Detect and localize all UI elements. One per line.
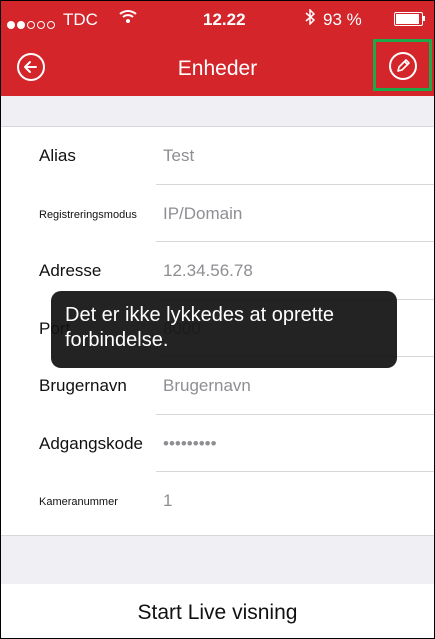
- alias-field[interactable]: Test: [163, 146, 194, 166]
- address-field[interactable]: 12.34.56.78: [163, 261, 253, 281]
- signal-dots-icon: [7, 14, 57, 34]
- start-live-view-button[interactable]: Start Live visning: [1, 584, 434, 638]
- username-field[interactable]: Brugernavn: [163, 376, 251, 396]
- section-spacer-top: [1, 96, 434, 127]
- carrier-label: TDC: [63, 10, 98, 29]
- edit-button[interactable]: [373, 39, 432, 91]
- battery-tip: [423, 16, 425, 21]
- header: TDC 12.22 93 % Enheder: [1, 1, 434, 96]
- form-row-registration-mode[interactable]: Registreringsmodus IP/Domain: [1, 185, 434, 242]
- form-row-camera-number[interactable]: Kameranummer 1: [1, 472, 434, 530]
- status-bar: TDC 12.22 93 %: [1, 1, 434, 37]
- camera-number-field[interactable]: 1: [163, 491, 172, 511]
- row-label: Kameranummer: [39, 496, 118, 508]
- wifi-icon: [119, 9, 137, 28]
- pencil-icon: [389, 52, 417, 80]
- row-label: Adgangskode: [39, 433, 143, 453]
- bluetooth-icon: [305, 8, 316, 30]
- battery-level-fill: [396, 14, 419, 24]
- battery-icon: [394, 12, 423, 26]
- error-toast: Det er ikke lykkedes at oprette forbinde…: [51, 291, 397, 368]
- app-frame: TDC 12.22 93 % Enheder Alias Test Regist…: [0, 0, 435, 639]
- registration-mode-field[interactable]: IP/Domain: [163, 204, 242, 224]
- row-label: Adresse: [39, 261, 102, 280]
- row-label: Registreringsmodus: [39, 208, 137, 221]
- password-field[interactable]: •••••••••: [163, 434, 217, 454]
- clock: 12.22: [203, 10, 246, 29]
- page-title: Enheder: [177, 57, 258, 80]
- section-spacer-bottom: [1, 535, 434, 585]
- form-row-alias[interactable]: Alias Test: [1, 127, 434, 185]
- row-label: Brugernavn: [39, 376, 127, 395]
- row-label: Alias: [39, 146, 76, 165]
- form-row-password[interactable]: Adgangskode •••••••••: [1, 415, 434, 472]
- battery-percentage: 93 %: [323, 10, 362, 29]
